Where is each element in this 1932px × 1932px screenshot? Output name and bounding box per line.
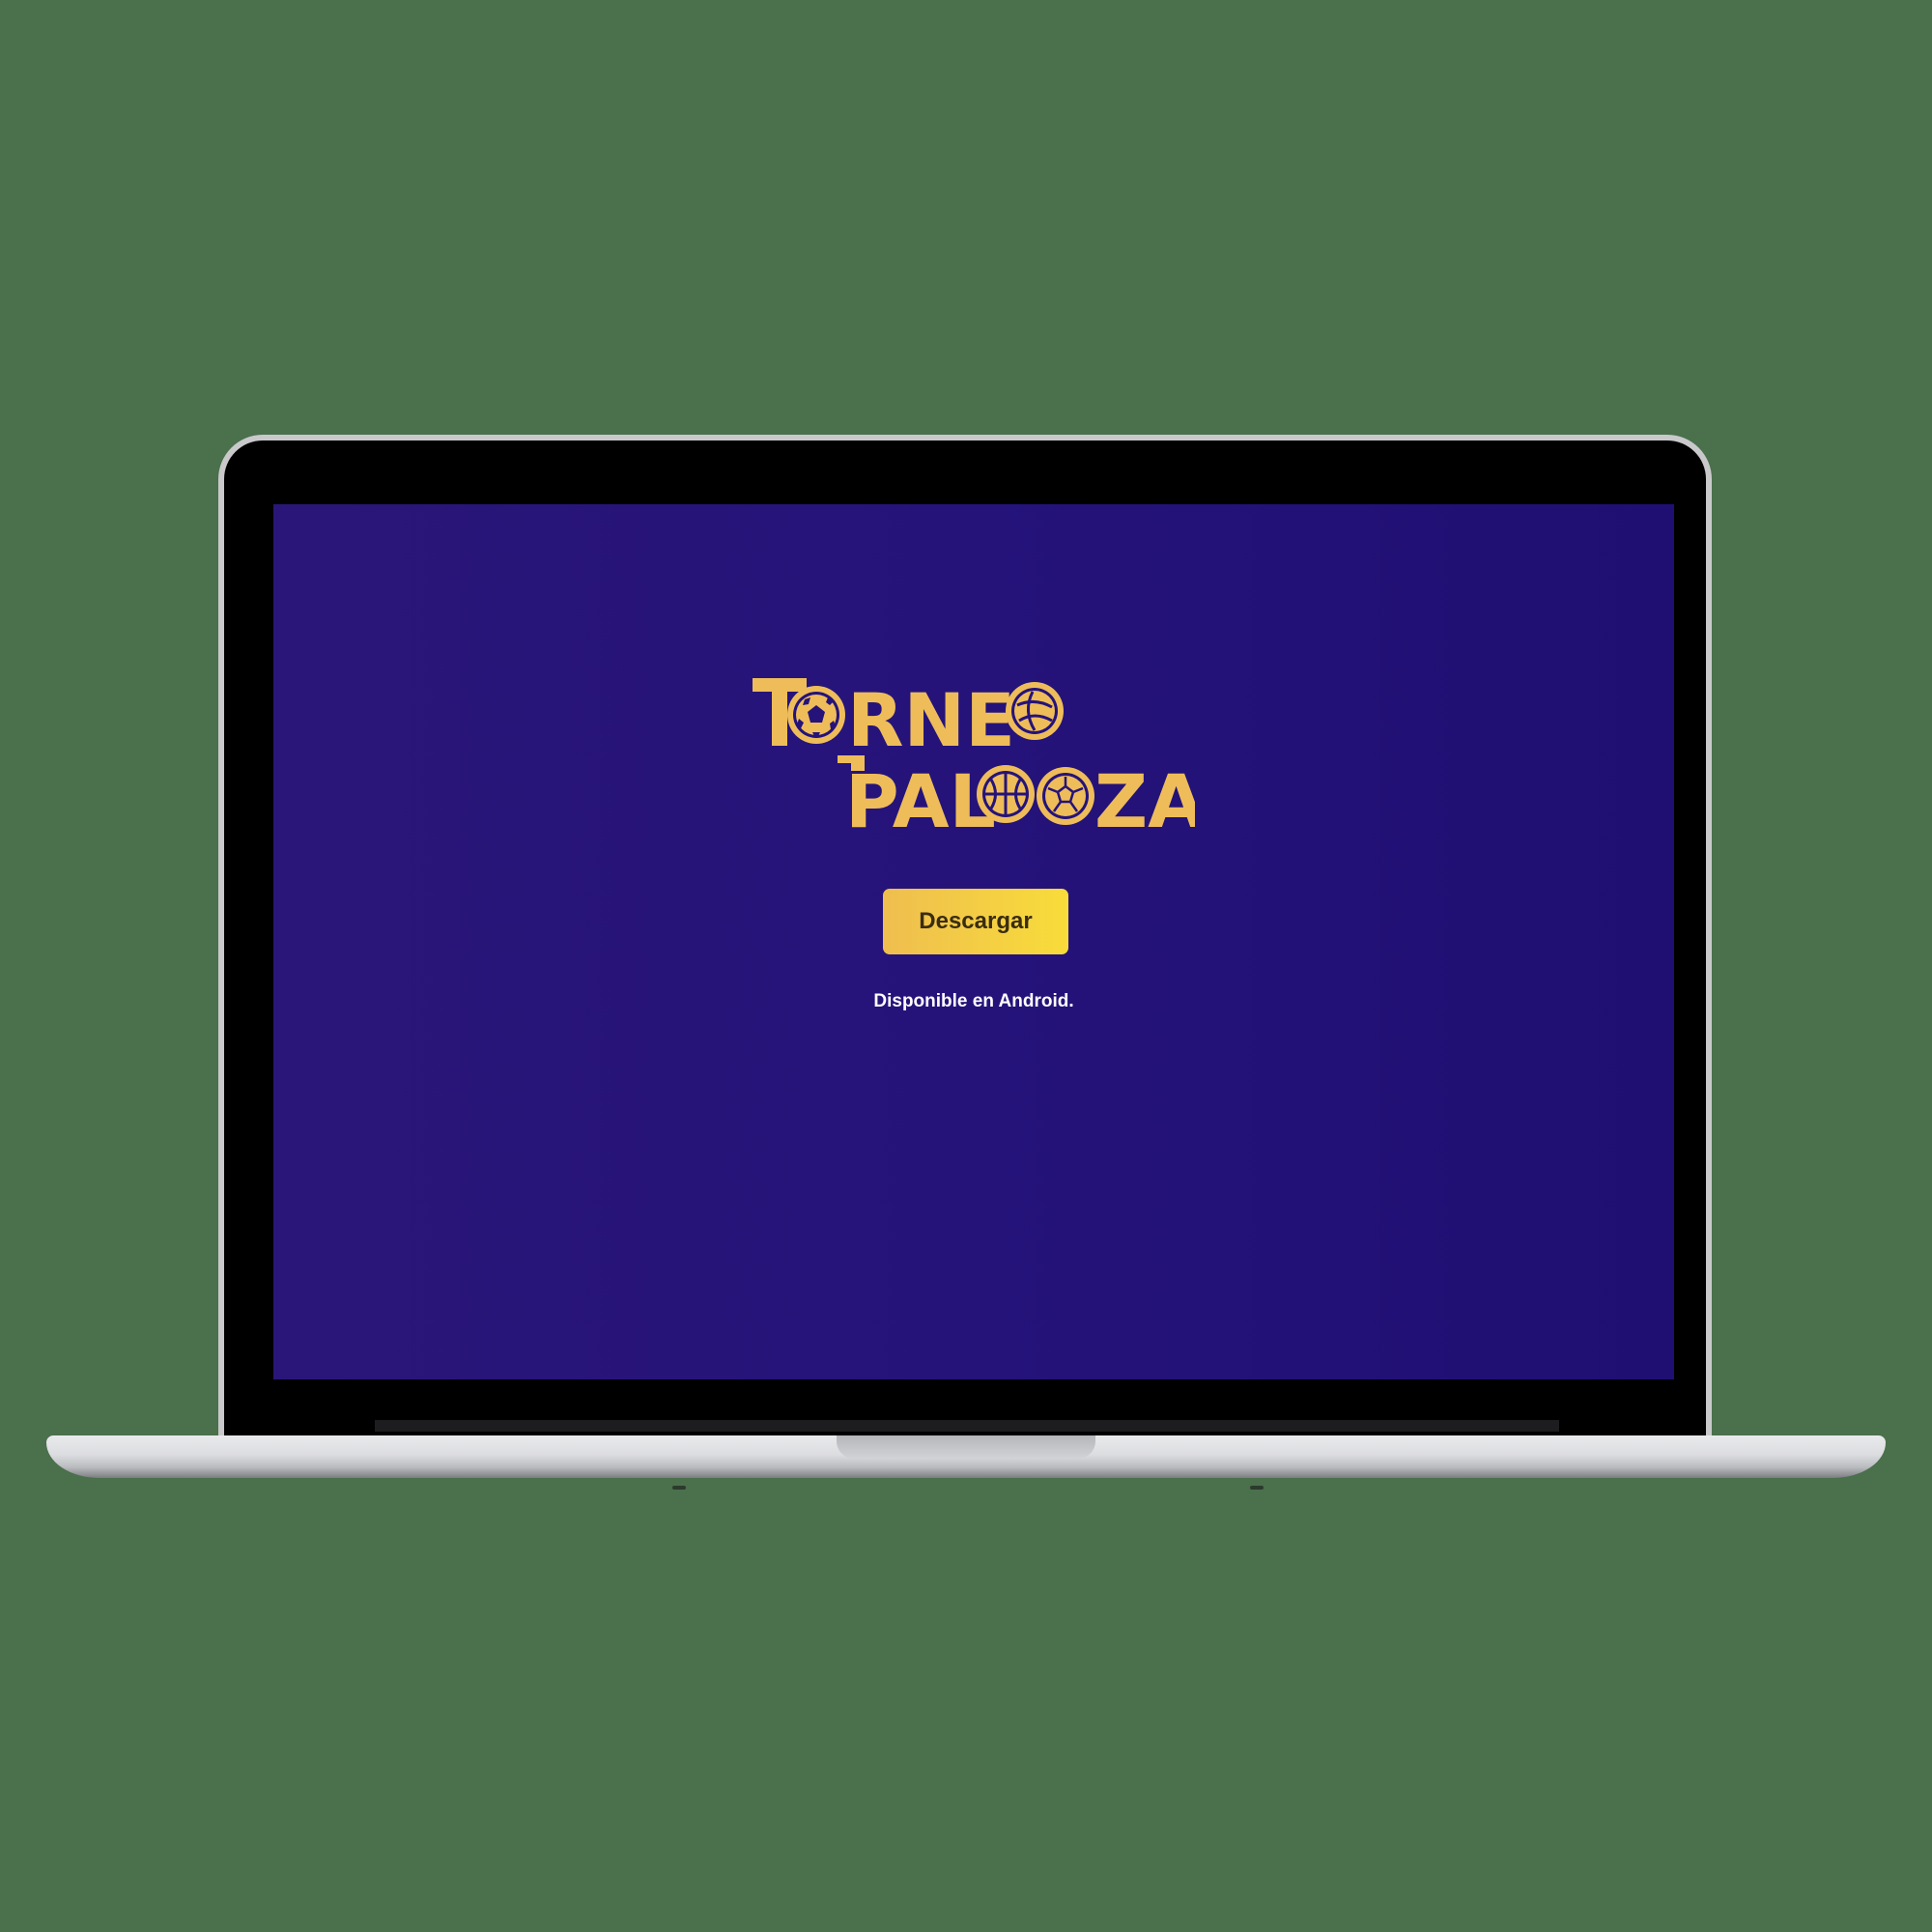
availability-text: Disponible en Android.: [873, 991, 1074, 1011]
logo-text-rne: RNE: [847, 677, 1015, 763]
torneopalooza-logo: RNE PAL ZA: [753, 677, 1195, 831]
laptop-lid: RNE PAL ZA Descargar Disponible en Andro…: [218, 435, 1712, 1441]
logo-line-torneo: RNE: [753, 677, 1064, 771]
app-screen: RNE PAL ZA Descargar Disponible en Andro…: [273, 504, 1674, 1379]
laptop-foot-right: [1250, 1486, 1264, 1490]
logo-line-palooza: PAL ZA: [845, 758, 1195, 831]
volleyball-icon: [1006, 682, 1064, 740]
laptop-foot-left: [672, 1486, 686, 1490]
logo-text-pal: PAL: [845, 758, 996, 831]
laptop-mockup: RNE PAL ZA Descargar Disponible en Andro…: [0, 0, 1932, 1932]
soccer-ball-icon: [787, 686, 845, 744]
logo-text-za: ZA: [1094, 758, 1195, 831]
basketball-icon: [977, 765, 1035, 823]
screen-bezel: RNE PAL ZA Descargar Disponible en Andro…: [224, 440, 1706, 1441]
lid-open-notch: [837, 1435, 1095, 1459]
hinge-line: [375, 1420, 1559, 1432]
download-button[interactable]: Descargar: [883, 889, 1068, 954]
handball-icon: [1037, 767, 1094, 825]
